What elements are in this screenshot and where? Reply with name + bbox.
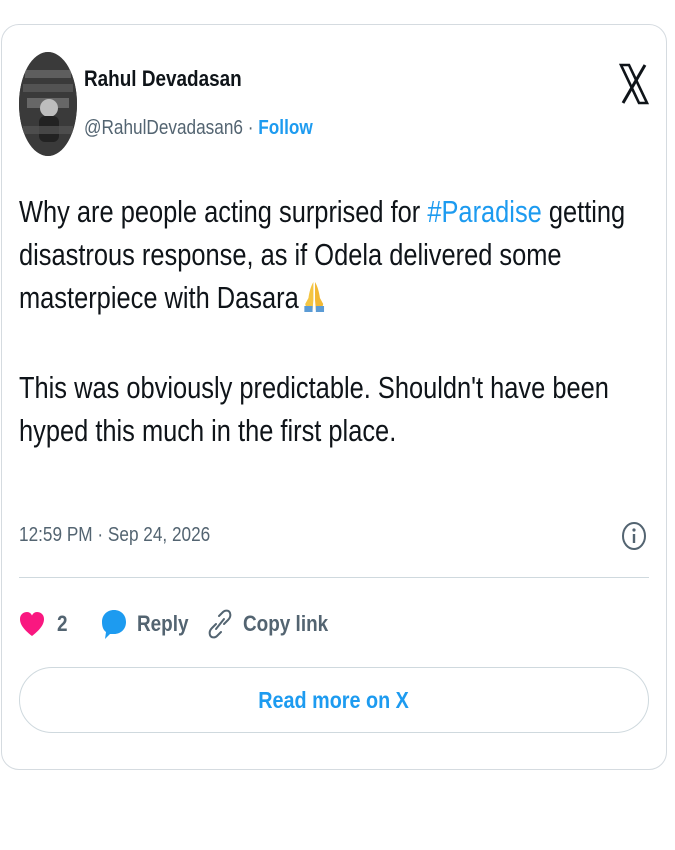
divider	[19, 577, 649, 578]
tweet-paragraph-2: This was obviously predictable. Shouldn'…	[19, 370, 609, 448]
author-handle[interactable]: @RahulDevadasan6	[84, 117, 243, 139]
follow-button[interactable]: Follow	[258, 117, 312, 139]
speech-bubble-icon	[101, 608, 127, 640]
reply-label: Reply	[137, 611, 189, 636]
like-button[interactable]: 2	[19, 607, 69, 641]
reply-button[interactable]: Reply	[101, 607, 197, 641]
tweet-timestamp[interactable]: 12:59 PM · Sep 24, 2026	[19, 524, 210, 547]
link-icon	[207, 608, 233, 640]
copy-link-label: Copy link	[243, 611, 329, 636]
folded-hands-icon	[302, 280, 327, 323]
handle-separator: ·	[242, 117, 259, 139]
tweet-paragraph-1: Why are people acting surprised for #Par…	[19, 190, 626, 323]
hashtag-link[interactable]: #Paradise	[427, 194, 541, 229]
author-handle-row: @RahulDevadasan6 · Follow	[84, 117, 313, 140]
info-icon[interactable]	[621, 521, 647, 551]
copy-link-button[interactable]: Copy link	[207, 607, 342, 641]
tweet-text: Why are people acting surprised for #Par…	[19, 190, 626, 452]
avatar[interactable]	[19, 52, 77, 156]
author-name[interactable]: Rahul Devadasan	[84, 66, 242, 92]
heart-icon	[19, 609, 45, 639]
x-logo-icon[interactable]	[618, 62, 650, 106]
read-more-label: Read more on X	[258, 686, 410, 713]
read-more-button[interactable]: Read more on X	[19, 667, 649, 733]
like-count: 2	[57, 611, 68, 636]
